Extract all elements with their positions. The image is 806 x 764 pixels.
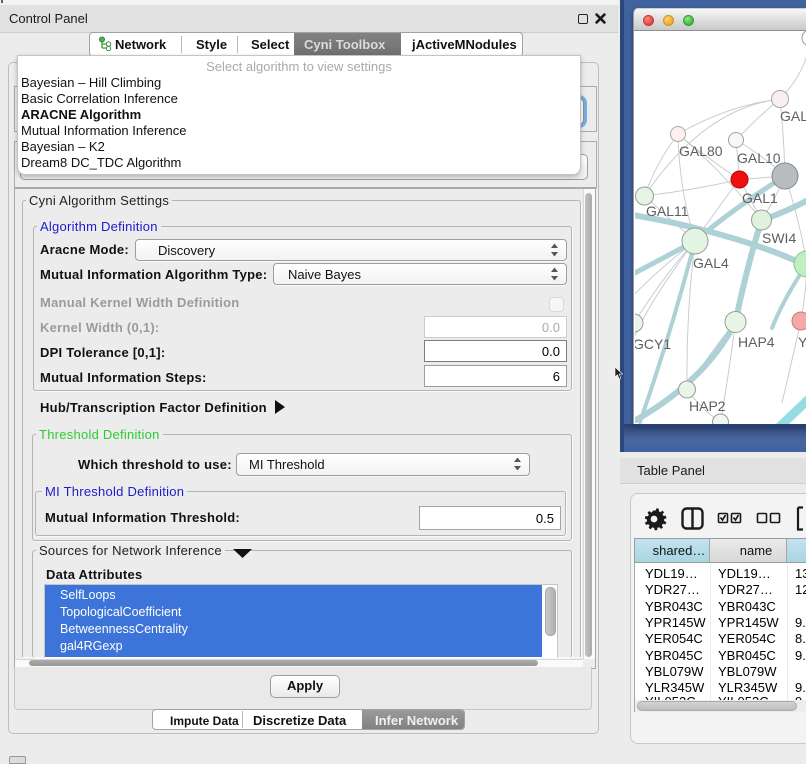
svg-text:GCY1: GCY1: [635, 336, 671, 352]
svg-text:GAL10: GAL10: [737, 150, 781, 166]
svg-text:HAP4: HAP4: [738, 334, 775, 350]
svg-text:HAP2: HAP2: [689, 398, 726, 414]
svg-text:GAL11: GAL11: [646, 203, 689, 219]
svg-text:YD: YD: [798, 334, 806, 350]
svg-text:GAL7: GAL7: [780, 108, 806, 124]
svg-text:GAL4: GAL4: [693, 255, 729, 271]
svg-text:GAL80: GAL80: [679, 143, 723, 159]
svg-text:GAL1: GAL1: [742, 190, 778, 206]
svg-text:SWI4: SWI4: [762, 230, 796, 246]
